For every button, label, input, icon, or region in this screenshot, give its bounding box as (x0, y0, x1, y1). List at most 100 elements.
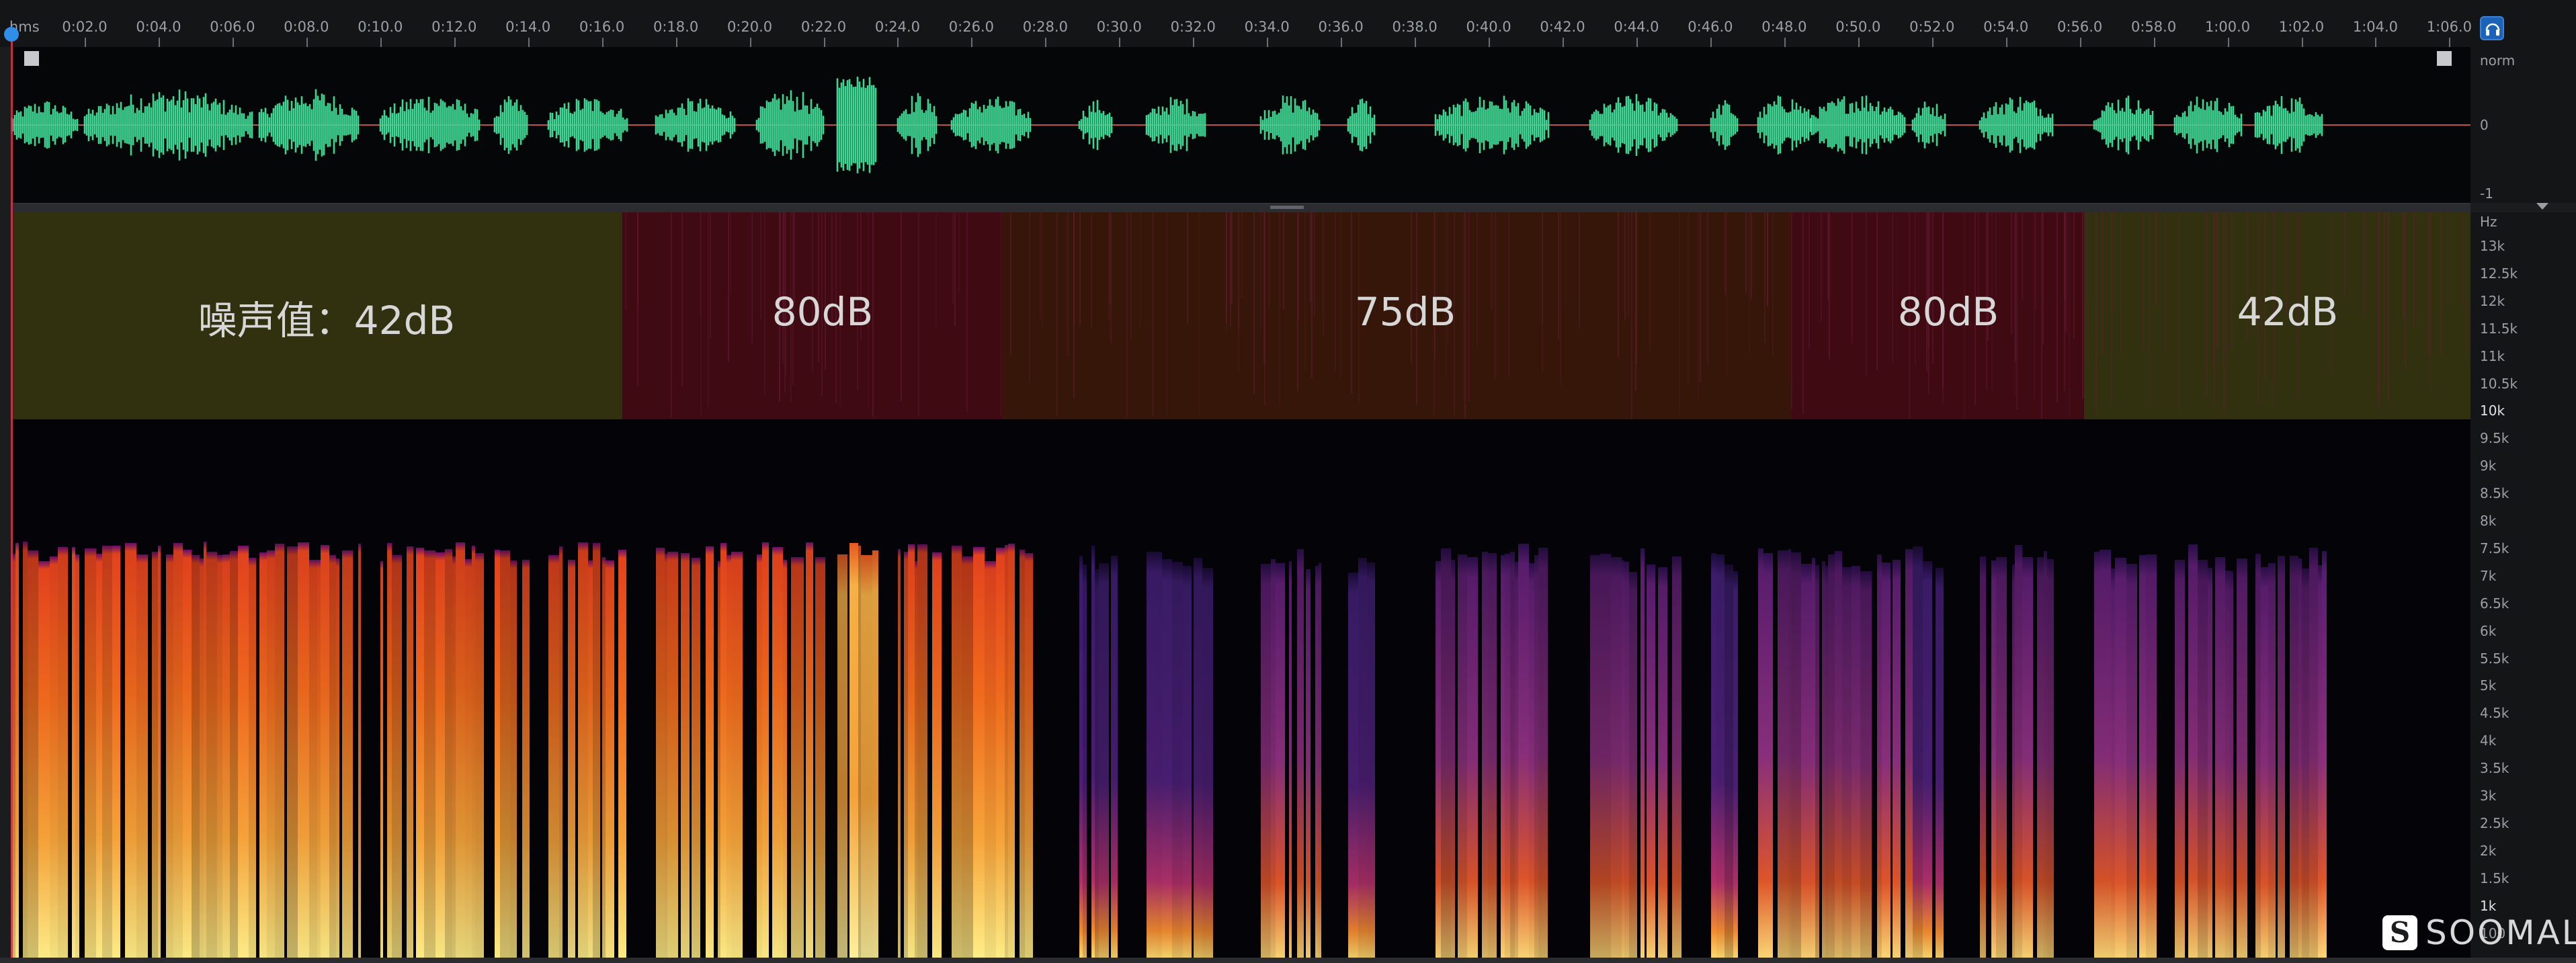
spectrogram-band (1271, 559, 1276, 963)
spectrogram-band (1315, 566, 1319, 963)
spectrogram-band (1538, 548, 1548, 963)
spectrogram-band (1458, 554, 1467, 963)
spectrogram-band (1622, 560, 1624, 963)
ruler-tick-label: 0:38.0 (1392, 19, 1438, 35)
spectrogram-band (1936, 568, 1944, 963)
spectrogram-band (1183, 566, 1192, 963)
ruler-tick-mark (897, 38, 899, 47)
ruler-tick-mark (1415, 38, 1417, 47)
noise-level-label: 噪声值：42dB (198, 298, 456, 343)
spectrogram-band (861, 555, 872, 963)
spectrogram-band (1725, 564, 1733, 963)
spectrogram-band (200, 558, 204, 963)
ruler-tick-label: 0:30.0 (1096, 19, 1142, 35)
spectrogram-band (1020, 550, 1025, 963)
spectrogram-band (50, 556, 58, 963)
spectrogram-band (904, 552, 908, 963)
headphone-icon[interactable] (2480, 16, 2504, 40)
spectrogram-band (2322, 551, 2327, 963)
ruler-tick-mark (1858, 38, 1860, 47)
spectrogram-band (445, 549, 452, 963)
ruler-tick-mark (971, 38, 973, 47)
ruler-tick-label: 0:14.0 (505, 19, 551, 35)
ruler-tick-label: 0:28.0 (1022, 19, 1068, 35)
noise-level-label: 80dB (772, 289, 874, 335)
ruler-tick-mark (2079, 38, 2081, 47)
spectrogram-band (1436, 561, 1441, 963)
ruler-tick-label: 0:44.0 (1614, 19, 1659, 35)
spectrogram-band (287, 546, 298, 963)
spectrogram-band (183, 550, 192, 963)
spectrogram-band (1529, 563, 1534, 963)
spectrogram-band (222, 554, 230, 963)
spectrogram-band (1600, 554, 1611, 963)
timeline-ruler[interactable]: hms 0:02.0 0:04.0 0:06.0 0:08.0 0:10.0 0:12.0… (0, 0, 2576, 47)
spectrogram-band (872, 550, 878, 963)
frequency-label: 9.5k (2480, 430, 2509, 447)
ruler-tick-mark (1784, 38, 1786, 47)
spectrogram-band (321, 545, 329, 963)
ruler-tick-label: 0:48.0 (1761, 19, 1807, 35)
ruler-tick-label: 0:40.0 (1466, 19, 1511, 35)
ruler-tick-mark (1119, 38, 1121, 47)
spectrogram-band (1991, 560, 1996, 963)
spectrogram-band (952, 546, 962, 963)
frequency-label: 12.5k (2480, 265, 2518, 282)
ruler-tick-label: 0:54.0 (1983, 19, 2029, 35)
spectrogram-band (1099, 563, 1109, 963)
spectrogram-band (568, 560, 575, 963)
spectrogram-band (2047, 559, 2054, 963)
ruler-tick-mark (528, 38, 530, 47)
ruler-tick-label: 0:18.0 (653, 19, 699, 35)
spectrogram-band (1842, 567, 1852, 963)
spectrogram-band (762, 542, 769, 963)
collapse-arrow-icon[interactable] (2536, 203, 2548, 210)
spectrogram-band (85, 548, 96, 963)
ruler-tick-label: 1:00.0 (2204, 19, 2251, 35)
spectrogram-band (358, 544, 361, 963)
ruler-tick-label: 0:42.0 (1540, 19, 1585, 35)
ruler-tick-mark (601, 38, 604, 47)
frequency-label: 10.5k (2480, 375, 2518, 392)
frequency-label: 11k (2480, 347, 2505, 364)
ruler-tick-mark (1489, 38, 1491, 47)
spectrogram-band (424, 550, 435, 963)
spectrogram-band (1624, 562, 1629, 963)
waveform-view[interactable] (11, 47, 2470, 203)
spectrogram-band (387, 543, 392, 963)
ruler-tick-label: 1:06.0 (2426, 19, 2472, 35)
ruler-tick-mark (2005, 38, 2007, 47)
spectrogram-band (578, 542, 588, 963)
playhead-line[interactable] (11, 42, 13, 963)
spectrogram-band (1852, 566, 1860, 963)
frequency-scale: Hz 13k 12.5k 12k 11.5k 11k 10.5k 10k 9.5k 9k 8.5k… (2470, 212, 2576, 963)
amplitude-scale-label: norm (2480, 52, 2516, 69)
frequency-label: 7k (2480, 567, 2497, 584)
frequency-label: 13k (2480, 238, 2505, 254)
spectrogram-band (962, 556, 973, 963)
playhead-marker-icon[interactable] (4, 27, 19, 42)
spectrogram-band (996, 548, 1005, 963)
spectrogram-band (342, 550, 353, 963)
spectrogram-band (125, 543, 136, 963)
frequency-label: 5k (2480, 677, 2497, 694)
spectrogram-band (23, 542, 28, 963)
spectrogram-band (1801, 564, 1812, 963)
spectrogram-band (706, 546, 714, 963)
spectrogram-band (2318, 565, 2322, 963)
zoom-corner-icon[interactable] (2437, 51, 2452, 66)
spectrogram-band (593, 543, 600, 963)
zoom-corner-icon[interactable] (24, 51, 39, 66)
spectrogram-band (416, 548, 424, 963)
ruler-tick-mark (158, 38, 160, 47)
spectrogram-band (1441, 548, 1451, 963)
ruler-tick-label: 0:12.0 (431, 19, 477, 35)
spectrogram-band (275, 544, 284, 963)
frequency-label: 2k (2480, 842, 2497, 859)
spectrogram-band (1319, 563, 1321, 963)
ruler-tick-mark (1341, 38, 1343, 47)
divider-grip[interactable] (1270, 206, 1304, 209)
noise-level-label: 80dB (1897, 289, 1999, 335)
ruler-tick-label: 0:08.0 (284, 19, 329, 35)
spectrogram-band (917, 544, 927, 963)
